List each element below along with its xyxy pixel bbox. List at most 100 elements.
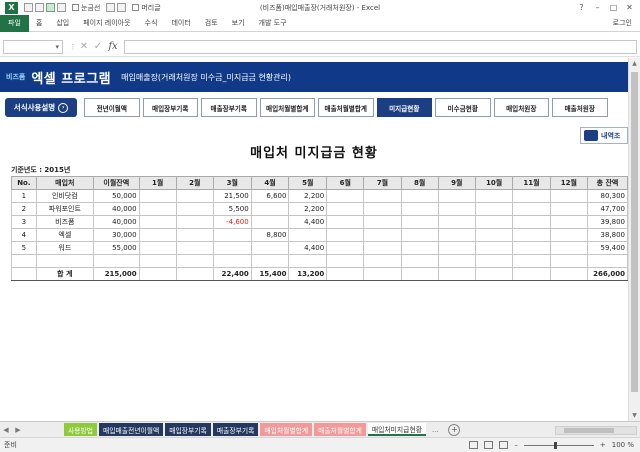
sheet-tab[interactable]: 매출장부기록 (212, 423, 259, 436)
table-cell[interactable]: 39,800 (586, 215, 628, 229)
table-cell[interactable] (549, 254, 588, 268)
table-cell[interactable]: 59,400 (586, 241, 628, 255)
table-cell[interactable] (549, 215, 588, 229)
table-cell[interactable] (549, 189, 588, 203)
table-cell[interactable] (400, 254, 439, 268)
table-cell[interactable] (11, 254, 37, 268)
table-cell[interactable] (512, 202, 551, 216)
table-cell[interactable] (474, 189, 514, 203)
table-cell[interactable] (363, 267, 402, 281)
table-cell[interactable] (35, 254, 94, 268)
insert-function-button[interactable]: fx (105, 41, 121, 52)
table-cell[interactable] (512, 189, 551, 203)
name-box[interactable]: ▾ (3, 39, 63, 54)
table-cell[interactable]: 47,700 (586, 202, 628, 216)
headers-checkbox[interactable] (132, 4, 140, 11)
sheet-tab[interactable]: 매출처월별합계 (314, 423, 366, 436)
table-cell[interactable] (138, 254, 177, 268)
page-layout-icon[interactable] (106, 3, 116, 12)
table-cell[interactable]: 엑셀 (35, 228, 94, 242)
table-cell[interactable]: 15,400 (250, 267, 290, 281)
table-cell[interactable] (326, 254, 365, 268)
nav-tab[interactable]: 매출처월별합계 (318, 98, 374, 117)
table-cell[interactable]: 4,400 (288, 215, 328, 229)
table-cell[interactable]: 인비닷컴 (35, 189, 94, 203)
nav-tab[interactable]: 미지급현황 (376, 98, 432, 117)
view-icon[interactable] (117, 3, 127, 12)
table-cell[interactable] (474, 254, 514, 268)
table-cell[interactable]: 1 (11, 189, 37, 203)
sheet-tab[interactable]: 매입처월별합계 (260, 423, 313, 436)
table-cell[interactable]: 비즈폼 (35, 215, 94, 229)
nav-tab[interactable]: 매출처원장 (552, 98, 608, 117)
table-cell[interactable] (138, 228, 177, 242)
table-cell[interactable]: 21,500 (212, 189, 252, 203)
table-cell[interactable] (326, 202, 365, 216)
normal-view-icon[interactable] (469, 441, 479, 449)
table-cell[interactable] (138, 267, 177, 281)
table-cell[interactable] (175, 254, 214, 268)
table-cell[interactable] (512, 228, 551, 242)
gridlines-checkbox[interactable] (72, 4, 79, 11)
table-cell[interactable] (512, 241, 551, 255)
table-cell[interactable] (250, 241, 290, 255)
table-cell[interactable]: 22,400 (212, 267, 252, 281)
table-cell[interactable] (326, 228, 365, 242)
nav-tab[interactable]: 매입처월별합계 (259, 98, 315, 117)
cancel-icon[interactable]: ✕ (77, 41, 91, 52)
table-cell[interactable] (212, 254, 252, 268)
table-cell[interactable] (175, 215, 214, 229)
table-cell[interactable] (138, 189, 177, 203)
next-sheet-icon[interactable]: ▶ (12, 426, 24, 434)
nav-tab[interactable]: 매입처원장 (493, 98, 549, 117)
table-cell[interactable] (363, 202, 402, 216)
table-cell[interactable] (549, 241, 588, 255)
table-cell[interactable] (437, 254, 476, 268)
table-cell[interactable] (512, 267, 551, 281)
table-cell[interactable] (288, 254, 328, 268)
zoom-in-icon[interactable]: + (600, 441, 606, 449)
table-cell[interactable] (250, 254, 290, 268)
table-cell[interactable]: 8,800 (250, 228, 290, 242)
prev-sheet-icon[interactable]: ◀ (0, 426, 12, 434)
minimize-button[interactable]: – (591, 1, 604, 13)
scroll-down-icon[interactable]: ▼ (629, 410, 640, 421)
table-cell[interactable] (175, 228, 214, 242)
headers-toggle[interactable]: 머리글 (132, 3, 161, 13)
table-cell[interactable]: 40,000 (92, 215, 140, 229)
gridlines-toggle[interactable]: 눈금선 (72, 3, 100, 13)
guide-button[interactable]: 서식사용설명 › (5, 98, 77, 117)
table-cell[interactable]: 38,800 (586, 228, 628, 242)
table-cell[interactable] (549, 267, 588, 281)
table-cell[interactable] (363, 189, 402, 203)
scroll-thumb[interactable] (631, 72, 638, 392)
table-cell[interactable] (400, 267, 439, 281)
maximize-button[interactable]: □ (607, 1, 620, 13)
table-cell[interactable]: 50,000 (92, 189, 140, 203)
table-cell[interactable]: 워드 (35, 241, 94, 255)
tab-review[interactable]: 검토 (198, 15, 225, 32)
zoom-knob[interactable] (553, 441, 557, 449)
table-cell[interactable]: 4 (11, 228, 37, 242)
tab-insert[interactable]: 삽입 (49, 15, 76, 32)
table-cell[interactable]: 6,600 (250, 189, 290, 203)
save-icon[interactable] (24, 3, 33, 12)
formula-input[interactable] (124, 39, 637, 54)
table-cell[interactable] (549, 228, 588, 242)
table-cell[interactable]: 파워포인트 (35, 202, 94, 216)
table-cell[interactable] (326, 267, 365, 281)
close-button[interactable]: ✕ (623, 1, 636, 13)
sheet-tab[interactable]: 매입장부기록 (165, 423, 211, 436)
scroll-up-icon[interactable]: ▲ (629, 58, 640, 69)
select-cursor-icon[interactable] (46, 3, 55, 12)
table-cell[interactable] (363, 241, 402, 255)
table-cell[interactable] (512, 254, 551, 268)
table-cell[interactable] (175, 267, 214, 281)
table-cell[interactable] (586, 254, 628, 268)
table-cell[interactable] (138, 215, 177, 229)
undo-icon[interactable] (35, 3, 44, 12)
tab-page-layout[interactable]: 페이지 레이아웃 (76, 15, 137, 32)
vertical-scrollbar[interactable]: ▲ ▼ (628, 58, 640, 421)
tab-data[interactable]: 데이터 (164, 15, 197, 32)
table-cell[interactable]: 40,000 (92, 202, 140, 216)
